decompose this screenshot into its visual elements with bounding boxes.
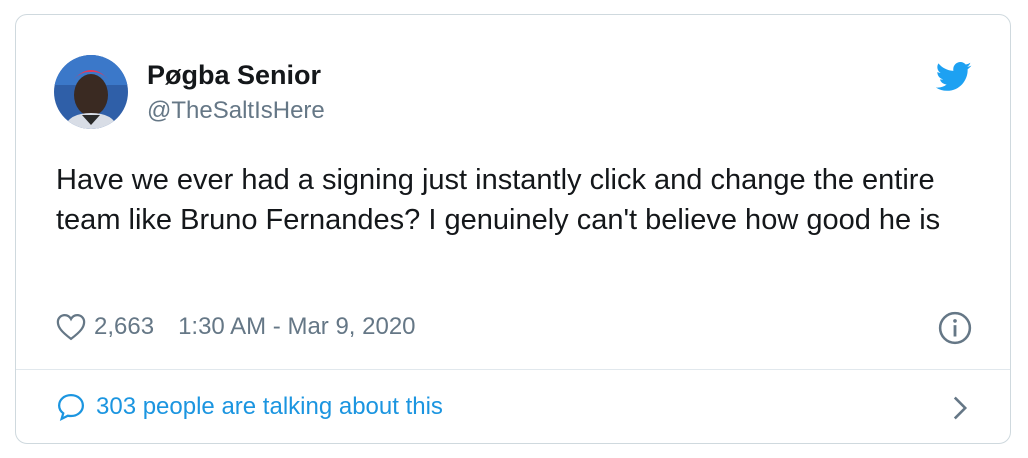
- tweet-meta: 2,663 1:30 AM - Mar 9, 2020: [56, 309, 416, 345]
- tweet-text: Have we ever had a signing just instantl…: [56, 164, 941, 236]
- chevron-right-icon[interactable]: [950, 395, 970, 421]
- heart-icon[interactable]: [56, 313, 86, 341]
- tweet-card[interactable]: Pøgba Senior @TheSaltIsHere Have we ever…: [15, 14, 1011, 444]
- twitter-bird-icon[interactable]: [936, 62, 972, 92]
- author-name[interactable]: Pøgba Senior: [147, 59, 321, 91]
- talking-label[interactable]: 303 people are talking about this: [96, 393, 443, 421]
- like-count[interactable]: 2,663: [94, 313, 154, 341]
- timestamp[interactable]: 1:30 AM - Mar 9, 2020: [178, 313, 415, 341]
- avatar-photo-icon: [54, 55, 128, 129]
- speech-bubble-icon: [57, 393, 85, 422]
- author-handle[interactable]: @TheSaltIsHere: [147, 96, 325, 126]
- talking-link[interactable]: 303 people are talking about this: [56, 389, 443, 425]
- divider: [16, 369, 1010, 370]
- avatar[interactable]: [54, 55, 128, 129]
- info-icon[interactable]: [938, 311, 972, 345]
